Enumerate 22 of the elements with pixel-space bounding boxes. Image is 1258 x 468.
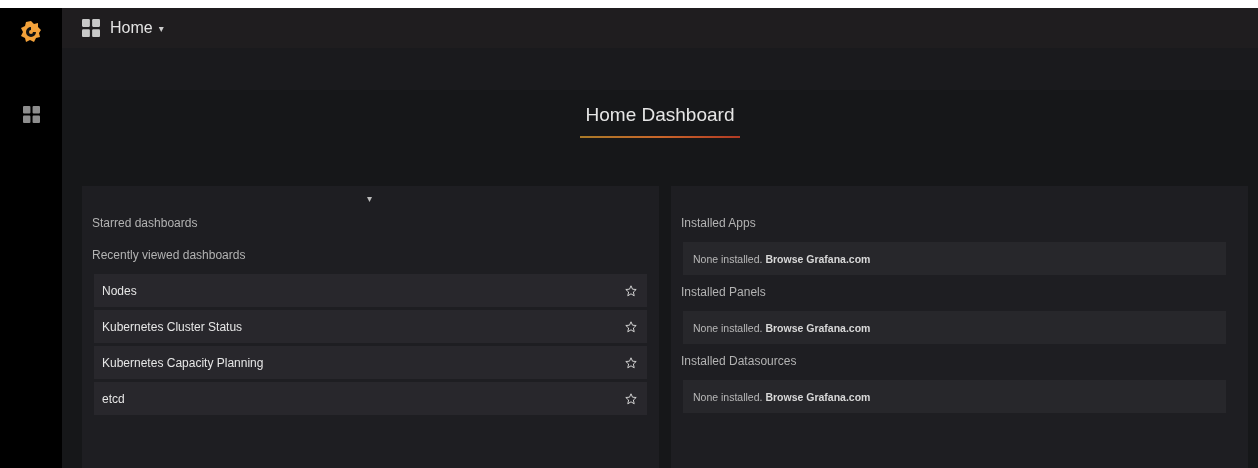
dashboard-title: Home Dashboard xyxy=(579,104,741,138)
section-heading: Installed Apps xyxy=(681,216,757,230)
logo-icon[interactable] xyxy=(20,20,42,44)
section-heading: Recently viewed dashboards xyxy=(92,248,247,262)
star-icon[interactable] xyxy=(625,356,637,369)
collapse-button[interactable]: ▾ xyxy=(367,194,372,204)
dashboard-link[interactable]: etcd xyxy=(94,382,647,415)
empty-message: None installed. Browse Grafana.com xyxy=(683,311,1226,344)
dashboard-link[interactable]: Nodes xyxy=(94,274,647,307)
dashboard-link[interactable]: Kubernetes Capacity Planning xyxy=(94,346,647,379)
dashboard-link[interactable]: Kubernetes Cluster Status xyxy=(94,310,647,343)
dashboard-grid-icon xyxy=(82,19,100,37)
empty-message: None installed. Browse Grafana.com xyxy=(683,380,1226,413)
star-icon[interactable] xyxy=(625,284,637,297)
home-dropdown[interactable]: Home ▾ xyxy=(110,19,164,37)
section-heading: Installed Panels xyxy=(681,285,767,299)
empty-message: None installed. Browse Grafana.com xyxy=(683,242,1226,275)
section-heading: Installed Datasources xyxy=(681,354,798,368)
section-heading: Starred dashboards xyxy=(92,216,199,230)
star-icon[interactable] xyxy=(625,392,637,405)
dashboards-icon[interactable] xyxy=(22,106,40,123)
star-icon[interactable] xyxy=(625,320,637,333)
